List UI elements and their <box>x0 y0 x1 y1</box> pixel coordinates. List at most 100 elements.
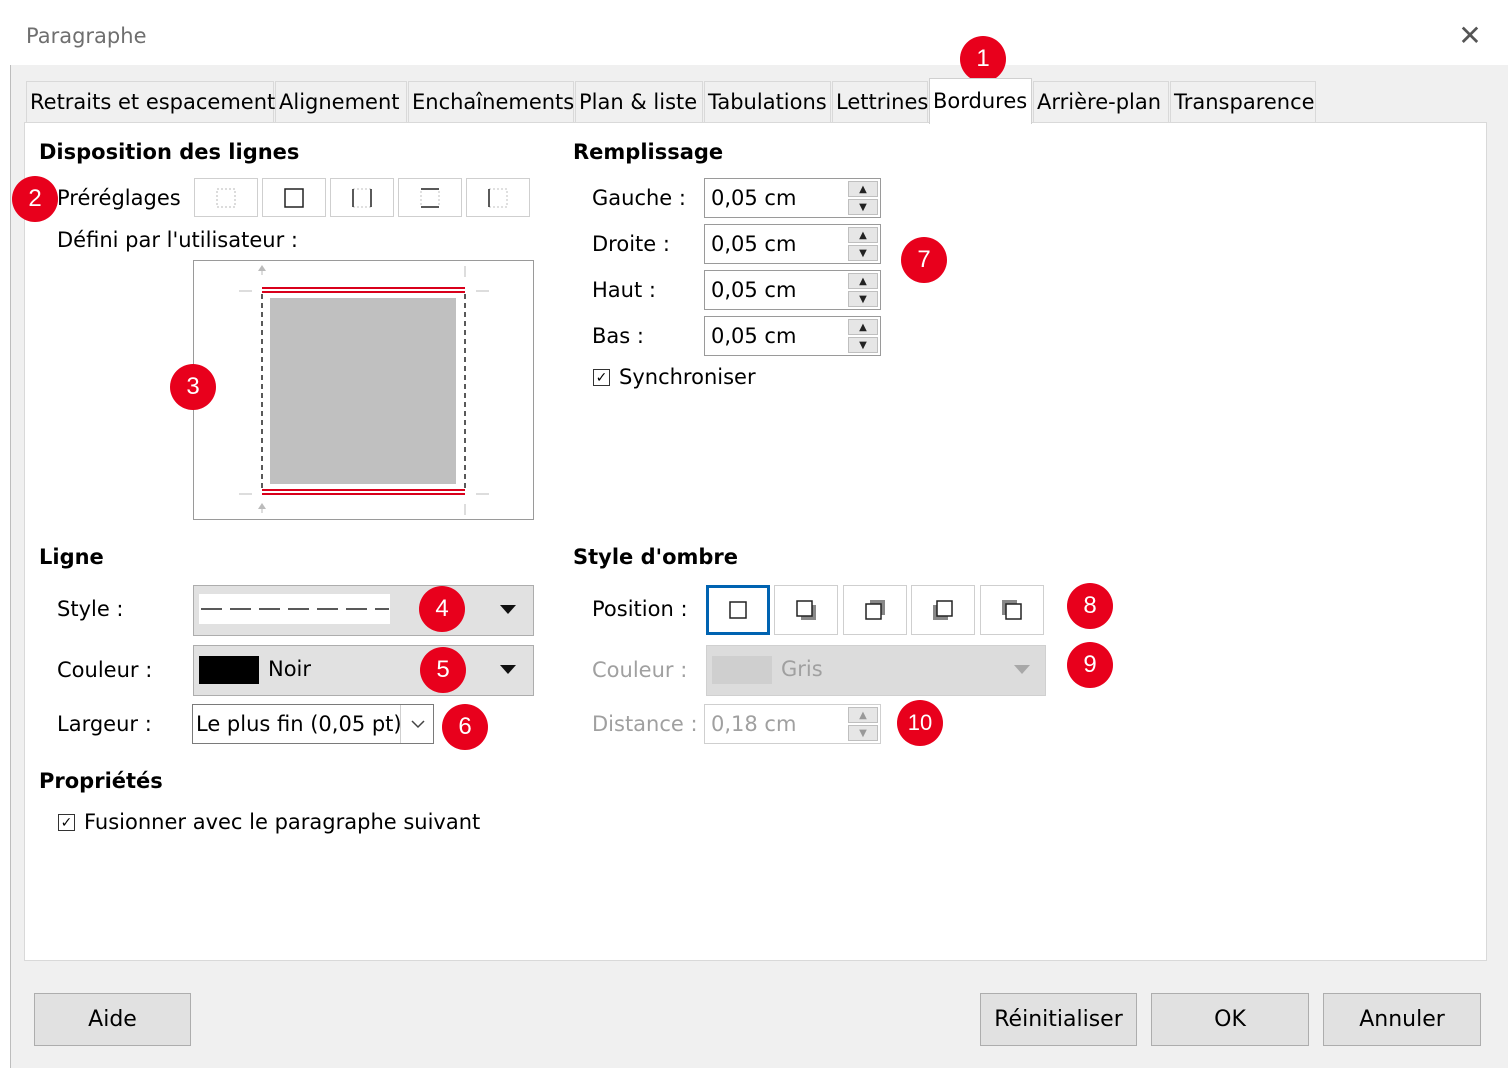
width-dropdown-button[interactable] <box>400 705 434 743</box>
preset-box-icon <box>284 187 304 208</box>
line-style-label: Style : <box>57 597 124 621</box>
spin-up-icon[interactable]: ▲ <box>848 319 878 335</box>
shadow-position-label: Position : <box>592 597 688 621</box>
padding-bottom-spinbox[interactable]: 0,05 cm ▲ ▼ <box>704 316 881 356</box>
shadow-top-right-icon <box>865 600 885 620</box>
preset-outer-border[interactable] <box>262 178 326 217</box>
help-button[interactable]: Aide <box>34 993 191 1046</box>
chevron-down-icon <box>500 665 516 674</box>
shadow-none-button[interactable] <box>706 585 770 635</box>
preset-no-borders[interactable] <box>194 178 258 217</box>
padding-top-value: 0,05 cm <box>711 278 797 302</box>
spin-down-icon[interactable]: ▼ <box>848 245 878 261</box>
shadow-style-heading: Style d'ombre <box>573 545 739 569</box>
tab-indents-spacing[interactable]: Retraits et espacement <box>26 81 275 122</box>
tab-drop-caps[interactable]: Lettrines <box>832 81 928 122</box>
shadow-bottom-right-icon <box>796 600 816 620</box>
padding-left-spinbox[interactable]: 0,05 cm ▲ ▼ <box>704 178 881 218</box>
callout-badge: 5 <box>420 647 466 693</box>
line-arrangement-heading: Disposition des lignes <box>39 140 300 164</box>
synchronize-checkbox[interactable]: ✓ <box>593 369 610 386</box>
tab-tabs[interactable]: Tabulations <box>704 81 831 122</box>
preset-none-icon <box>216 188 236 207</box>
preset-top-bottom-icon <box>420 187 440 208</box>
checkmark-icon: ✓ <box>595 369 608 386</box>
merge-checkbox[interactable]: ✓ <box>58 814 75 831</box>
spin-down-icon[interactable]: ▼ <box>848 725 878 741</box>
tab-transparency[interactable]: Transparence <box>1170 81 1316 122</box>
padding-bottom-value: 0,05 cm <box>711 324 797 348</box>
callout-badge: 6 <box>442 704 488 750</box>
shadow-distance-spinbox[interactable]: 0,18 cm ▲ ▼ <box>704 704 881 744</box>
line-width-value: Le plus fin (0,05 pt) <box>196 712 402 736</box>
synchronize-label[interactable]: Synchroniser <box>619 365 756 389</box>
user-defined-label: Défini par l'utilisateur : <box>57 228 298 252</box>
callout-badge: 1 <box>960 36 1006 82</box>
preset-left-right-icon <box>352 188 372 207</box>
spin-up-icon[interactable]: ▲ <box>848 181 878 197</box>
shadow-distance-value: 0,18 cm <box>711 712 797 736</box>
spin-down-icon[interactable]: ▼ <box>848 199 878 215</box>
callout-badge: 7 <box>901 237 947 283</box>
padding-right-spinbox[interactable]: 0,05 cm ▲ ▼ <box>704 224 881 264</box>
shadow-none-icon <box>729 601 747 619</box>
shadow-bottom-left-icon <box>933 600 953 620</box>
tab-text-flow[interactable]: Enchaînements <box>408 81 574 122</box>
spin-down-icon[interactable]: ▼ <box>848 291 878 307</box>
close-icon[interactable]: ✕ <box>1456 22 1484 50</box>
shadow-color-label: Couleur : <box>592 658 688 682</box>
presets-label: Préréglages <box>57 186 181 210</box>
title-bar <box>10 7 1508 65</box>
border-preview-canvas <box>239 265 489 515</box>
callout-badge: 9 <box>1067 642 1113 688</box>
dashed-line-icon <box>201 608 389 610</box>
preset-left-right[interactable] <box>330 178 394 217</box>
shadow-top-right-button[interactable] <box>843 585 907 635</box>
padding-left-value: 0,05 cm <box>711 186 797 210</box>
cancel-button[interactable]: Annuler <box>1323 993 1481 1046</box>
spin-up-icon[interactable]: ▲ <box>848 273 878 289</box>
callout-badge: 2 <box>12 176 58 222</box>
padding-right-value: 0,05 cm <box>711 232 797 256</box>
preset-left-only[interactable] <box>466 178 530 217</box>
shadow-bottom-right-button[interactable] <box>774 585 838 635</box>
line-heading: Ligne <box>39 545 104 569</box>
spin-down-icon[interactable]: ▼ <box>848 337 878 353</box>
tab-alignment[interactable]: Alignement <box>275 81 407 122</box>
ok-button[interactable]: OK <box>1151 993 1309 1046</box>
merge-label[interactable]: Fusionner avec le paragraphe suivant <box>84 810 480 834</box>
checkmark-icon: ✓ <box>60 814 73 831</box>
color-swatch <box>199 656 259 684</box>
callout-badge: 4 <box>419 586 465 632</box>
line-width-combobox[interactable]: Le plus fin (0,05 pt) <box>192 704 434 744</box>
preset-top-bottom[interactable] <box>398 178 462 217</box>
shadow-bottom-left-button[interactable] <box>911 585 975 635</box>
spin-up-icon[interactable]: ▲ <box>848 227 878 243</box>
spin-up-icon[interactable]: ▲ <box>848 707 878 723</box>
chevron-down-icon <box>1014 665 1030 674</box>
tab-borders[interactable]: Bordures <box>929 78 1032 124</box>
padding-top-label: Haut : <box>592 278 656 302</box>
shadow-top-left-icon <box>1002 600 1022 620</box>
tab-area[interactable]: Arrière-plan <box>1033 81 1169 122</box>
shadow-color-value: Gris <box>781 657 823 681</box>
line-style-dropdown[interactable] <box>193 585 534 636</box>
callout-badge: 8 <box>1067 583 1113 629</box>
color-swatch <box>712 656 772 684</box>
border-preview[interactable] <box>193 260 534 520</box>
properties-heading: Propriétés <box>39 769 163 793</box>
shadow-top-left-button[interactable] <box>980 585 1044 635</box>
line-color-dropdown[interactable]: Noir <box>193 645 534 696</box>
line-color-value: Noir <box>268 657 312 681</box>
tab-outline-list[interactable]: Plan & liste <box>575 81 703 122</box>
padding-top-spinbox[interactable]: 0,05 cm ▲ ▼ <box>704 270 881 310</box>
shadow-color-dropdown[interactable]: Gris <box>706 645 1046 696</box>
line-width-label: Largeur : <box>57 712 152 736</box>
padding-left-label: Gauche : <box>592 186 686 210</box>
padding-heading: Remplissage <box>573 140 724 164</box>
callout-badge: 10 <box>897 700 943 746</box>
chevron-down-icon <box>500 605 516 614</box>
reset-button[interactable]: Réinitialiser <box>980 993 1137 1046</box>
dialog-title: Paragraphe <box>26 24 147 48</box>
chevron-down-icon <box>410 719 425 728</box>
